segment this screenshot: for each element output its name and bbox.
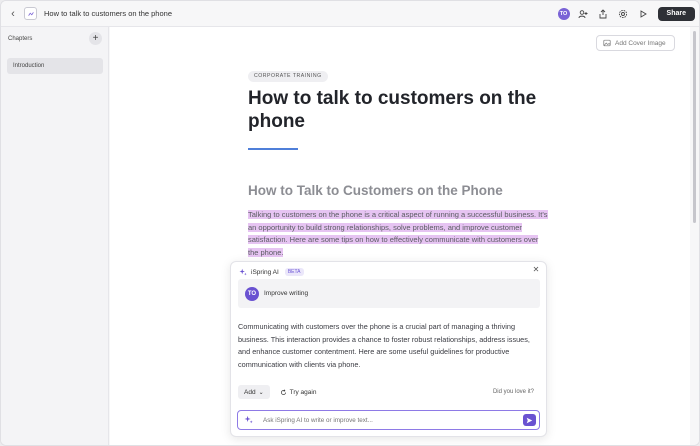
section-heading[interactable]: How to Talk to Customers on the Phone	[248, 183, 503, 198]
add-dropdown-button[interactable]: Add ⌄	[238, 385, 270, 399]
try-again-button[interactable]: Try again	[280, 388, 317, 396]
plus-icon: +	[92, 32, 99, 44]
send-icon	[526, 417, 533, 423]
document-title: How to talk to customers on the phone	[44, 9, 172, 18]
add-cover-image-label: Add Cover Image	[615, 39, 666, 47]
ai-assistant-panel: iSpring AI BETA ✕ TO Improve writing Com…	[230, 261, 547, 437]
text-highlight: Talking to customers on the phone is a c…	[248, 210, 548, 257]
category-tag: CORPORATE TRAINING	[248, 71, 328, 82]
refresh-icon	[280, 389, 286, 395]
page-title[interactable]: How to talk to customers on the phone	[248, 87, 548, 133]
ai-result-actions: Add ⌄ Try again Did you love it?	[238, 385, 540, 399]
scrollbar[interactable]	[690, 27, 699, 445]
ai-panel-header: iSpring AI BETA	[239, 265, 304, 279]
close-icon[interactable]: ✕	[531, 265, 541, 275]
avatar: TO	[245, 286, 259, 301]
share-button[interactable]: Share	[657, 7, 695, 21]
chapters-heading: Chapters	[8, 36, 33, 42]
add-cover-image-button[interactable]: Add Cover Image	[596, 35, 675, 51]
title-divider	[248, 148, 298, 150]
ai-result-text: Communicating with customers over the ph…	[238, 322, 530, 369]
try-again-label: Try again	[289, 388, 317, 396]
ai-panel-title: iSpring AI	[251, 268, 279, 276]
sparkle-icon	[244, 411, 253, 429]
add-user-icon[interactable]	[576, 7, 590, 21]
prompt-bubble: TO Improve writing	[238, 279, 540, 308]
sidebar-item-introduction[interactable]: Introduction	[7, 58, 103, 74]
settings-icon[interactable]	[616, 7, 630, 21]
app-window: ‹ How to talk to customers on the phone …	[0, 0, 700, 446]
top-bar: ‹ How to talk to customers on the phone …	[1, 1, 699, 27]
selected-paragraph[interactable]: Talking to customers on the phone is a c…	[248, 209, 548, 259]
add-chapter-button[interactable]: +	[89, 32, 102, 45]
chapters-sidebar: Chapters + Introduction	[1, 27, 109, 445]
preview-play-icon[interactable]	[636, 7, 650, 21]
send-button[interactable]	[523, 414, 536, 426]
document-icon	[24, 7, 37, 20]
ai-prompt-input[interactable]	[263, 416, 503, 424]
top-actions: TO Share	[557, 5, 695, 23]
feedback-link[interactable]: Did you love it?	[493, 389, 534, 395]
add-label: Add	[244, 388, 256, 396]
beta-badge: BETA	[284, 268, 304, 276]
back-arrow-icon[interactable]: ‹	[6, 8, 20, 20]
scrollbar-thumb[interactable]	[693, 31, 696, 223]
ai-prompt-field[interactable]	[237, 410, 540, 430]
prompt-text: Improve writing	[264, 290, 309, 297]
chevron-down-icon: ⌄	[258, 389, 264, 396]
image-icon	[603, 39, 611, 47]
export-icon[interactable]	[596, 7, 610, 21]
user-avatar[interactable]: TO	[557, 8, 570, 20]
